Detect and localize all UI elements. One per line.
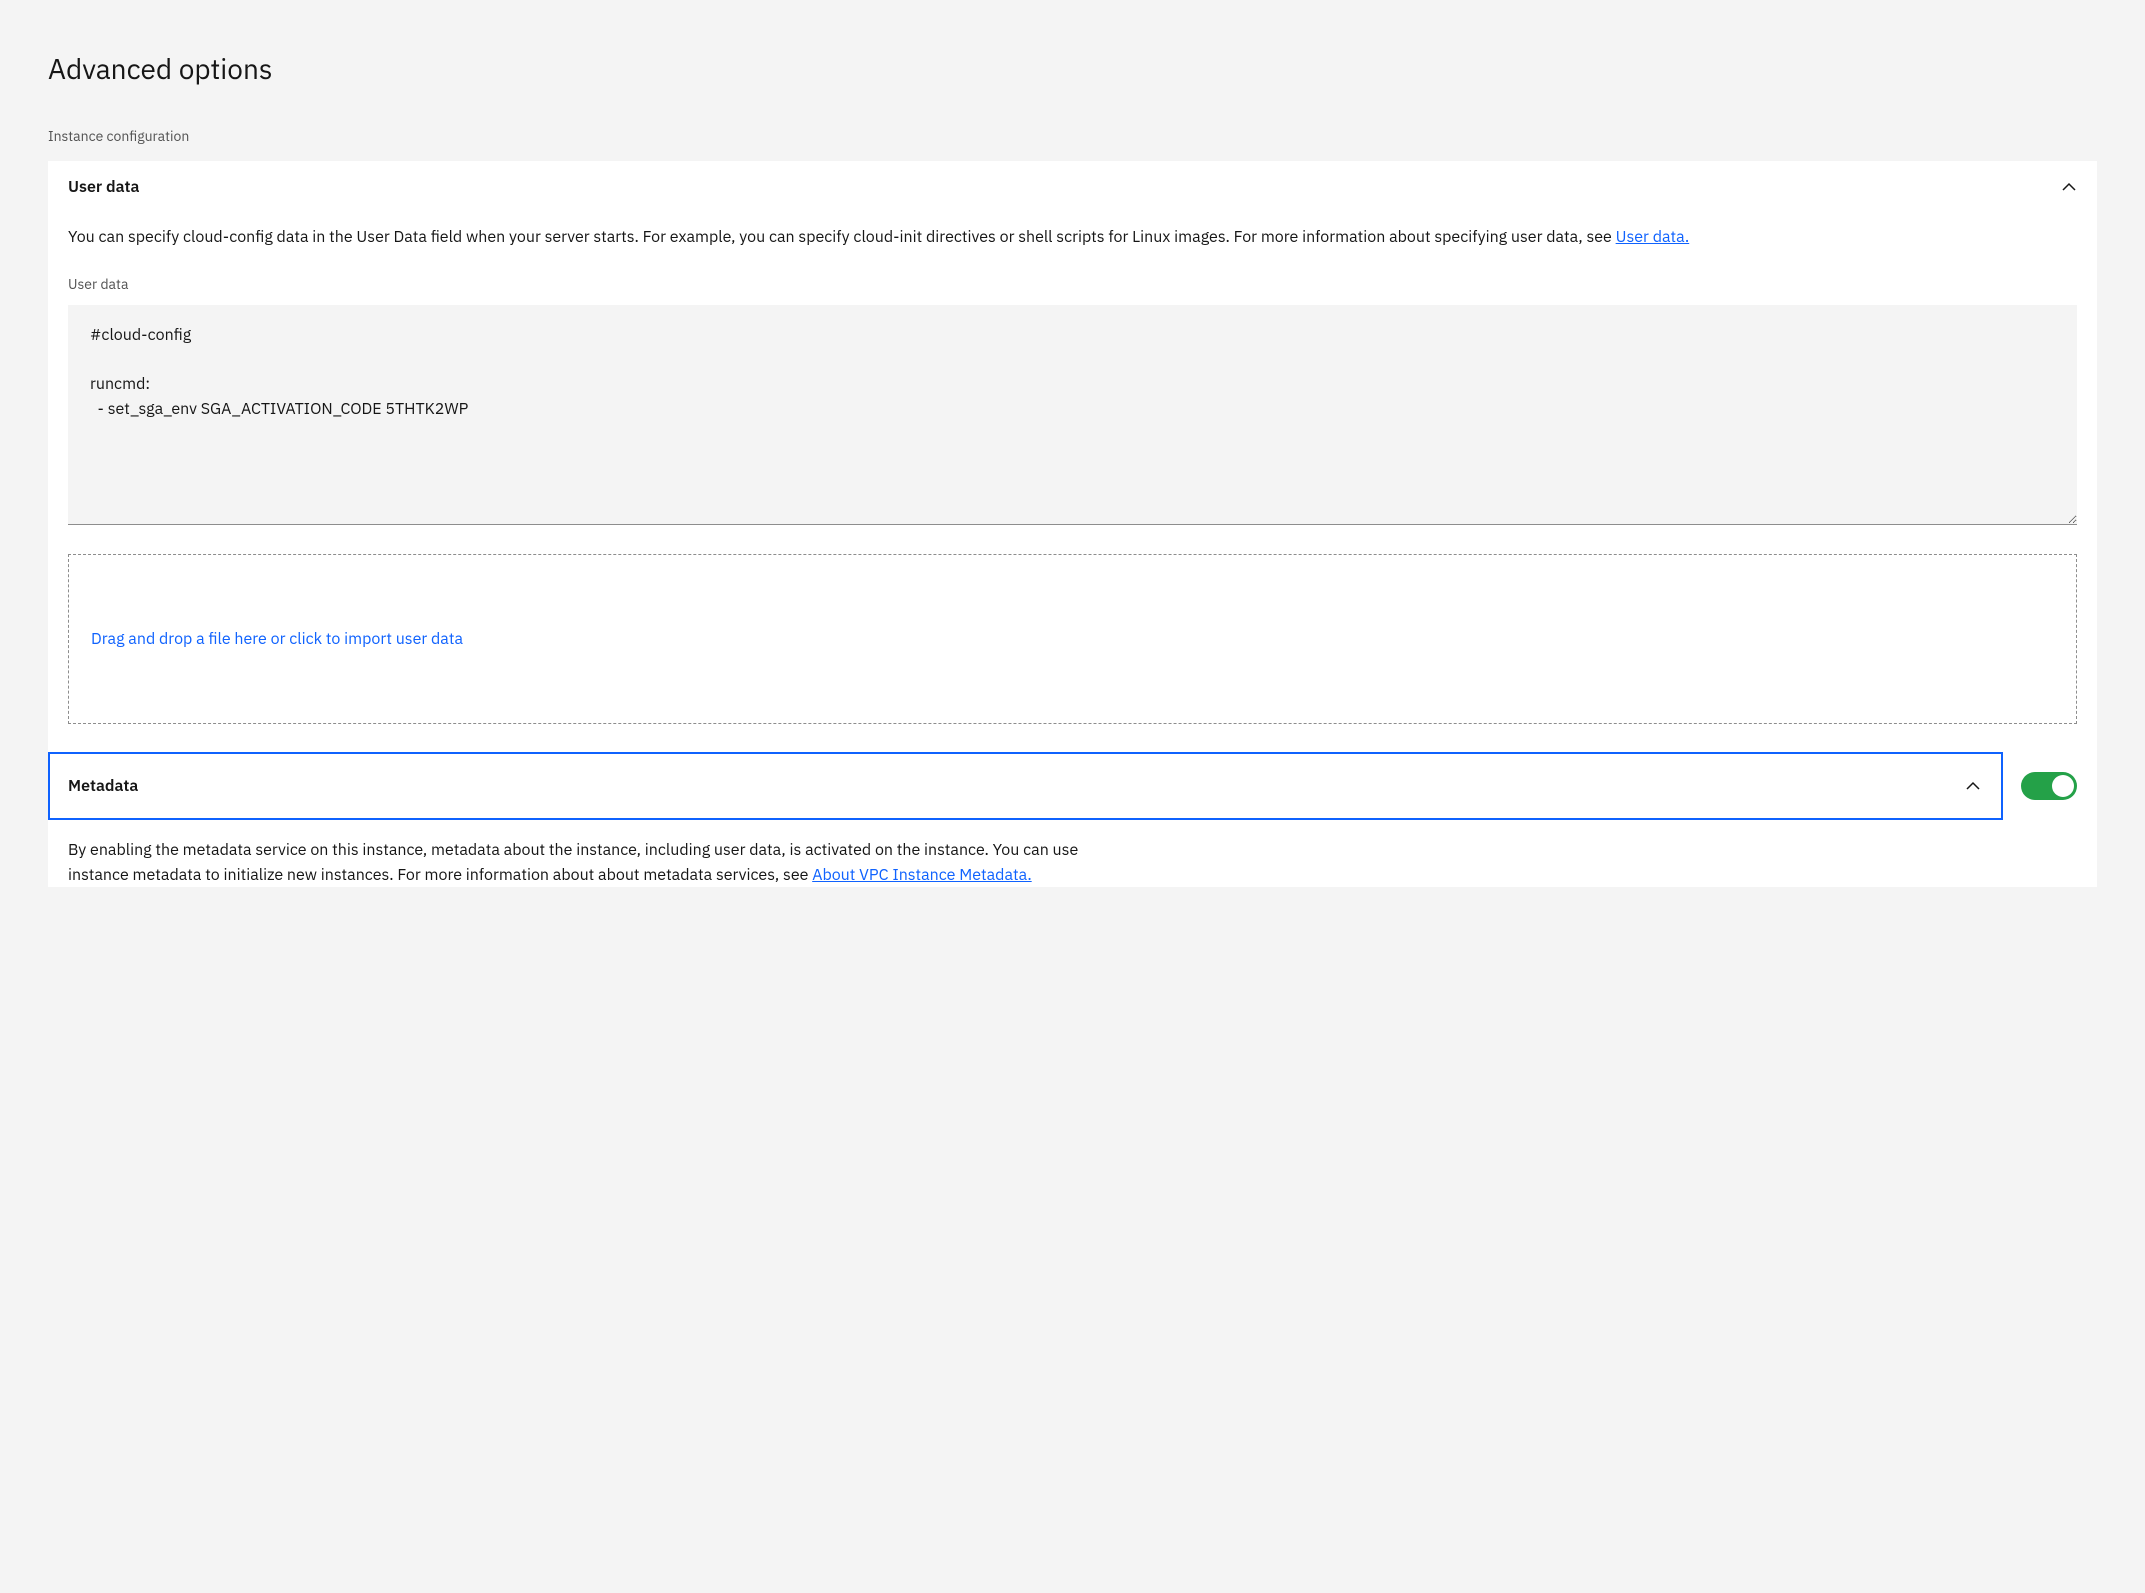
user-data-description-text: You can specify cloud-config data in the… xyxy=(68,227,1616,247)
metadata-body: By enabling the metadata service on this… xyxy=(48,820,2097,888)
advanced-options-container: Advanced options Instance configuration … xyxy=(0,0,2145,935)
metadata-accordion-box: Metadata xyxy=(48,752,2003,820)
user-data-body: You can specify cloud-config data in the… xyxy=(48,213,2097,752)
metadata-row: Metadata xyxy=(48,752,2097,820)
chevron-up-icon xyxy=(1965,778,1981,794)
metadata-toggle-wrap xyxy=(2021,752,2097,820)
user-data-field-label: User data xyxy=(68,274,2077,295)
metadata-description: By enabling the metadata service on this… xyxy=(68,838,1128,888)
metadata-title: Metadata xyxy=(68,774,138,798)
user-data-accordion-header[interactable]: User data xyxy=(48,161,2097,213)
user-data-doc-link[interactable]: User data. xyxy=(1616,227,1690,247)
chevron-up-icon xyxy=(2061,179,2077,195)
metadata-toggle-knob xyxy=(2052,775,2074,797)
metadata-doc-link[interactable]: About VPC Instance Metadata. xyxy=(812,865,1032,885)
user-data-dropzone[interactable]: Drag and drop a file here or click to im… xyxy=(68,554,2077,724)
user-data-panel: User data You can specify cloud-config d… xyxy=(48,161,2097,887)
metadata-toggle[interactable] xyxy=(2021,772,2077,800)
page-title: Advanced options xyxy=(48,48,2097,90)
user-data-dropzone-label: Drag and drop a file here or click to im… xyxy=(91,629,463,649)
metadata-accordion-header[interactable]: Metadata xyxy=(50,754,2001,818)
user-data-title: User data xyxy=(68,175,139,199)
user-data-description: You can specify cloud-config data in the… xyxy=(68,225,2077,250)
section-label-instance-config: Instance configuration xyxy=(48,126,2097,147)
user-data-textarea[interactable] xyxy=(68,305,2077,525)
